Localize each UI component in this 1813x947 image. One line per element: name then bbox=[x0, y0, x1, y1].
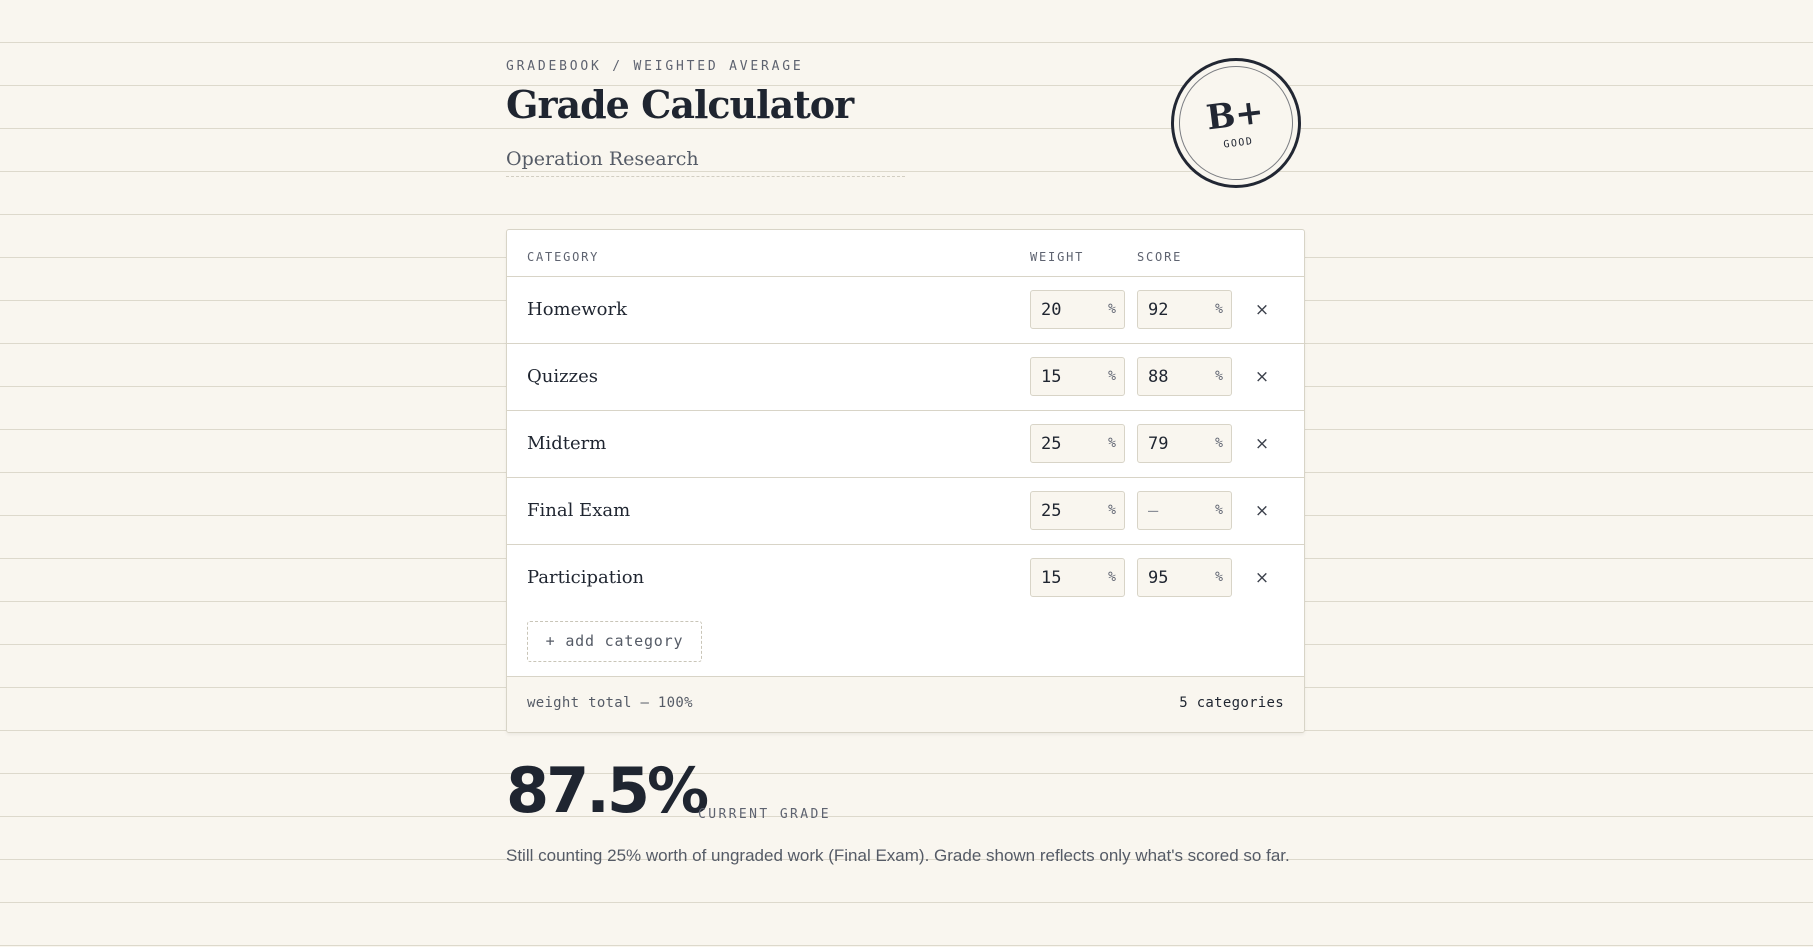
category-name[interactable]: Homework bbox=[527, 277, 627, 343]
course-name-field[interactable]: Operation Research bbox=[506, 148, 905, 177]
grade-table: CATEGORY WEIGHT SCORE Homework 20 % 92 %… bbox=[506, 229, 1305, 733]
score-input[interactable]: 95 % bbox=[1137, 558, 1232, 597]
table-row: Final Exam 25 % — % × bbox=[507, 478, 1304, 545]
percent-suffix: % bbox=[1215, 570, 1223, 585]
score-input[interactable]: 88 % bbox=[1137, 357, 1232, 396]
percent-suffix: % bbox=[1215, 436, 1223, 451]
table-row: Midterm 25 % 79 % × bbox=[507, 411, 1304, 478]
column-header-weight: WEIGHT bbox=[1030, 250, 1085, 264]
category-name[interactable]: Participation bbox=[527, 545, 644, 611]
table-row: Quizzes 15 % 88 % × bbox=[507, 344, 1304, 411]
add-category-button[interactable]: + add category bbox=[527, 621, 702, 662]
table-row: Participation 15 % 95 % × bbox=[507, 545, 1304, 611]
column-header-category: CATEGORY bbox=[527, 250, 600, 264]
percent-suffix: % bbox=[1215, 302, 1223, 317]
remove-category-button[interactable]: × bbox=[1251, 567, 1273, 589]
grade-seal: B+ GOOD bbox=[1171, 58, 1301, 188]
table-row: Homework 20 % 92 % × bbox=[507, 277, 1304, 344]
score-placeholder: — bbox=[1148, 501, 1159, 521]
seal-letter-grade: B+ bbox=[1204, 91, 1266, 138]
current-grade-label: CURRENT GRADE bbox=[698, 807, 831, 822]
page-title: Grade Calculator bbox=[506, 82, 854, 127]
column-header-score: SCORE bbox=[1137, 250, 1183, 264]
weight-value: 20 bbox=[1041, 300, 1062, 320]
weight-value: 15 bbox=[1041, 568, 1062, 588]
weight-value: 25 bbox=[1041, 501, 1062, 521]
weight-total: weight total — 100% bbox=[527, 695, 693, 711]
weight-input[interactable]: 20 % bbox=[1030, 290, 1125, 329]
score-value: 95 bbox=[1148, 568, 1169, 588]
percent-suffix: % bbox=[1215, 369, 1223, 384]
percent-suffix: % bbox=[1108, 570, 1116, 585]
remove-category-button[interactable]: × bbox=[1251, 433, 1273, 455]
table-header: CATEGORY WEIGHT SCORE bbox=[507, 230, 1304, 277]
weight-value: 25 bbox=[1041, 434, 1062, 454]
percent-suffix: % bbox=[1215, 503, 1223, 518]
weight-input[interactable]: 15 % bbox=[1030, 357, 1125, 396]
weight-value: 15 bbox=[1041, 367, 1062, 387]
weight-input[interactable]: 25 % bbox=[1030, 424, 1125, 463]
score-input[interactable]: 92 % bbox=[1137, 290, 1232, 329]
percent-suffix: % bbox=[1108, 503, 1116, 518]
breadcrumb: GRADEBOOK / WEIGHTED AVERAGE bbox=[506, 59, 804, 74]
score-value: 79 bbox=[1148, 434, 1169, 454]
weight-input[interactable]: 15 % bbox=[1030, 558, 1125, 597]
category-name[interactable]: Final Exam bbox=[527, 478, 630, 544]
seal-grade-word: GOOD bbox=[1222, 135, 1255, 151]
category-count: 5 categories bbox=[1179, 695, 1284, 711]
remove-category-button[interactable]: × bbox=[1251, 299, 1273, 321]
score-value: 92 bbox=[1148, 300, 1169, 320]
score-value: 88 bbox=[1148, 367, 1169, 387]
percent-suffix: % bbox=[1108, 436, 1116, 451]
table-footer: weight total — 100% 5 categories bbox=[507, 676, 1304, 732]
category-name[interactable]: Midterm bbox=[527, 411, 606, 477]
grade-seal-inner: B+ GOOD bbox=[1172, 59, 1300, 187]
remove-category-button[interactable]: × bbox=[1251, 366, 1273, 388]
weight-input[interactable]: 25 % bbox=[1030, 491, 1125, 530]
current-grade-value: 87.5% bbox=[506, 754, 709, 827]
grade-note: Still counting 25% worth of ungraded wor… bbox=[506, 846, 1290, 865]
percent-suffix: % bbox=[1108, 302, 1116, 317]
remove-category-button[interactable]: × bbox=[1251, 500, 1273, 522]
score-input[interactable]: 79 % bbox=[1137, 424, 1232, 463]
category-name[interactable]: Quizzes bbox=[527, 344, 598, 410]
score-input[interactable]: — % bbox=[1137, 491, 1232, 530]
percent-suffix: % bbox=[1108, 369, 1116, 384]
